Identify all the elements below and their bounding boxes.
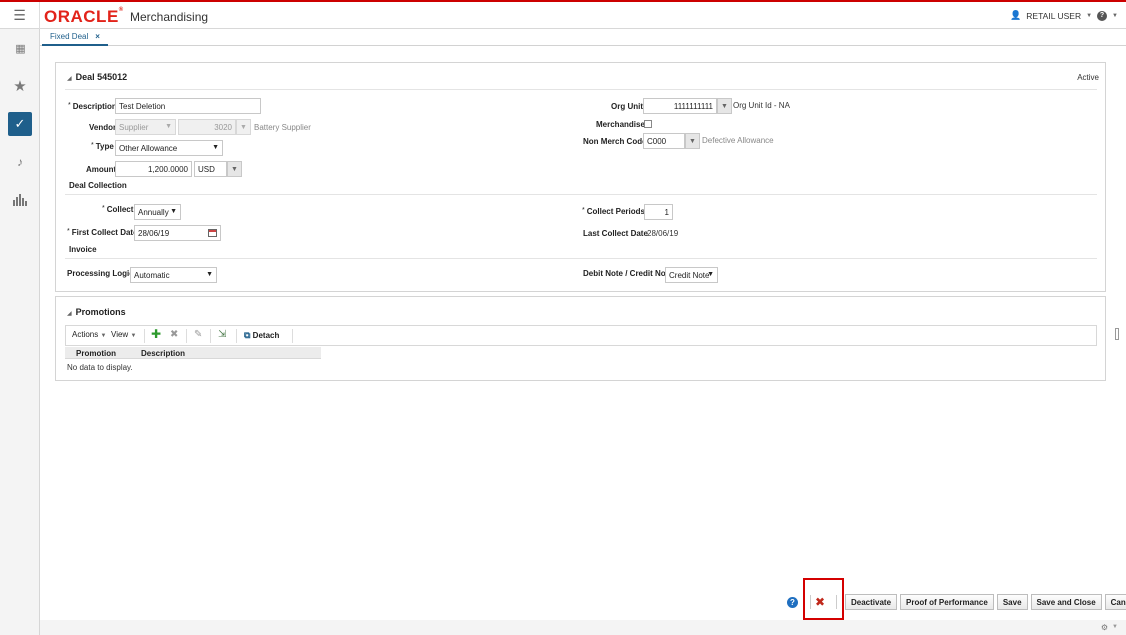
vendor-label: Vendor	[89, 123, 117, 132]
non-merch-code-input[interactable]: C000	[643, 133, 685, 149]
processing-logic-label: Processing Logic	[67, 269, 134, 278]
task-list-icon[interactable]: ✓	[0, 105, 40, 143]
splitter-handle[interactable]	[1115, 328, 1119, 340]
description-label: * Description	[68, 102, 117, 111]
deal-header[interactable]: ◢ Deal 545012	[67, 72, 127, 82]
oracle-logo: ORACLE®	[44, 7, 124, 26]
help-icon[interactable]: ?	[787, 597, 798, 608]
cancel-button[interactable]: Cancel	[1104, 594, 1126, 610]
highlight-box	[803, 578, 844, 620]
divider	[65, 89, 1097, 90]
promotions-panel: ◢ Promotions Actions ▼ View ▼ ✚ ✖ ✎ ⇲ ⧉ D…	[55, 296, 1106, 381]
vendor-name: Battery Supplier	[254, 123, 311, 132]
amount-input[interactable]: 1,200.0000	[115, 161, 192, 177]
help-icon[interactable]: ?	[1097, 10, 1108, 21]
vendor-id-input: 3020	[178, 119, 236, 135]
collapse-triangle-icon[interactable]: ◢	[67, 76, 72, 82]
merchandise-label: Merchandise	[596, 120, 645, 129]
processing-logic-select[interactable]: Automatic ▼	[130, 267, 217, 283]
separator	[210, 329, 211, 343]
promotions-header[interactable]: ◢ Promotions	[67, 307, 126, 317]
non-merch-code-lov-button[interactable]: ▼	[685, 133, 700, 149]
detach-icon: ⧉	[244, 330, 251, 340]
close-tab-icon[interactable]: ×	[95, 32, 100, 41]
deal-collection-section: Deal Collection	[69, 181, 127, 190]
sidebar: ▦ ★ ✓ ♪	[0, 29, 40, 635]
debit-credit-note-select[interactable]: Credit Note ▼	[665, 267, 718, 283]
column-header-description[interactable]: Description	[141, 349, 185, 358]
chevron-down-icon[interactable]: ▼	[1112, 624, 1118, 630]
non-merch-code-desc: Defective Allowance	[702, 136, 774, 145]
empty-table-message: No data to display.	[67, 363, 133, 372]
collect-periods-label: * Collect Periods	[582, 207, 645, 216]
save-and-close-button[interactable]: Save and Close	[1030, 594, 1102, 610]
menu-toggle-icon[interactable]: ☰	[0, 2, 40, 29]
notification-bell-icon[interactable]: ♪	[0, 143, 40, 181]
add-icon[interactable]: ✚	[151, 327, 161, 341]
type-label: * Type	[91, 142, 114, 151]
non-merch-code-label: Non Merch Code	[583, 137, 647, 146]
separator	[292, 329, 293, 343]
separator	[186, 329, 187, 343]
chevron-down-icon[interactable]: ▼	[1086, 13, 1092, 19]
collapse-triangle-icon[interactable]: ◢	[67, 311, 72, 317]
last-collect-date-value: 28/06/19	[647, 229, 679, 238]
app-title: Merchandising	[130, 10, 209, 24]
detach-button[interactable]: ⧉ Detach	[244, 330, 279, 341]
vendor-lov-button: ▼	[236, 119, 251, 135]
view-menu[interactable]: View ▼	[111, 330, 136, 339]
description-input[interactable]: Test Deletion	[115, 98, 261, 114]
calendar-icon[interactable]	[208, 229, 217, 237]
reports-chart-icon[interactable]	[0, 181, 40, 219]
collect-label: * Collect	[102, 205, 134, 214]
deal-panel: ◢ Deal 545012 Active * Description Test De…	[55, 62, 1106, 292]
column-header-promotion[interactable]: Promotion	[76, 349, 116, 358]
vendor-type-select: Supplier ▼	[115, 119, 176, 135]
separator	[236, 329, 237, 343]
grid-icon[interactable]: ▦	[0, 29, 40, 67]
tab-fixed-deal[interactable]: Fixed Deal ×	[42, 29, 108, 46]
currency-input[interactable]: USD	[194, 161, 227, 177]
currency-lov-button[interactable]: ▼	[227, 161, 242, 177]
org-unit-input[interactable]: 1111111111	[643, 98, 717, 114]
proof-of-performance-button[interactable]: Proof of Performance	[900, 594, 994, 610]
first-collect-date-label: * First Collect Date	[67, 228, 138, 237]
chevron-down-icon[interactable]: ▼	[1112, 13, 1118, 19]
accessibility-icon[interactable]: ⚙	[1101, 623, 1108, 632]
user-area: 👤 RETAIL USER ▼ ? ▼	[1010, 10, 1118, 21]
org-unit-desc: Org Unit Id - NA	[733, 101, 790, 110]
footer-bar: ⚙ ▼	[40, 620, 1126, 635]
collect-select[interactable]: Annually ▼	[134, 204, 181, 220]
tab-strip: Fixed Deal ×	[40, 29, 1126, 46]
deal-status: Active	[1077, 73, 1099, 82]
divider	[65, 258, 1097, 259]
promotions-table-header: Promotion Description	[65, 347, 321, 359]
user-menu[interactable]: RETAIL USER	[1026, 11, 1081, 21]
merchandise-checkbox[interactable]	[644, 120, 652, 128]
org-unit-lov-button[interactable]: ▼	[717, 98, 732, 114]
star-icon[interactable]: ★	[0, 67, 40, 105]
org-unit-label: Org Unit	[611, 102, 643, 111]
action-buttons: Deactivate Proof of Performance Save Sav…	[845, 594, 1126, 610]
export-icon[interactable]: ⇲	[218, 329, 226, 340]
delete-icon[interactable]: ✖	[170, 329, 178, 340]
amount-label: Amount	[86, 165, 117, 174]
invoice-section: Invoice	[69, 245, 97, 254]
collect-periods-input[interactable]: 1	[644, 204, 673, 220]
user-icon: 👤	[1010, 10, 1022, 20]
deactivate-button[interactable]: Deactivate	[845, 594, 898, 610]
top-bar: ☰ ORACLE® Merchandising 👤 RETAIL USER ▼ …	[0, 0, 1126, 29]
debit-credit-note-label: Debit Note / Credit Note	[583, 269, 673, 278]
actions-menu[interactable]: Actions ▼	[72, 330, 106, 339]
separator	[144, 329, 145, 343]
save-button[interactable]: Save	[996, 594, 1028, 610]
type-select[interactable]: Other Allowance ▼	[115, 140, 223, 156]
divider	[65, 194, 1097, 195]
edit-icon[interactable]: ✎	[194, 329, 202, 340]
promotions-toolbar: Actions ▼ View ▼ ✚ ✖ ✎ ⇲ ⧉ Detach	[65, 325, 1097, 346]
last-collect-date-label: Last Collect Date	[583, 229, 648, 238]
